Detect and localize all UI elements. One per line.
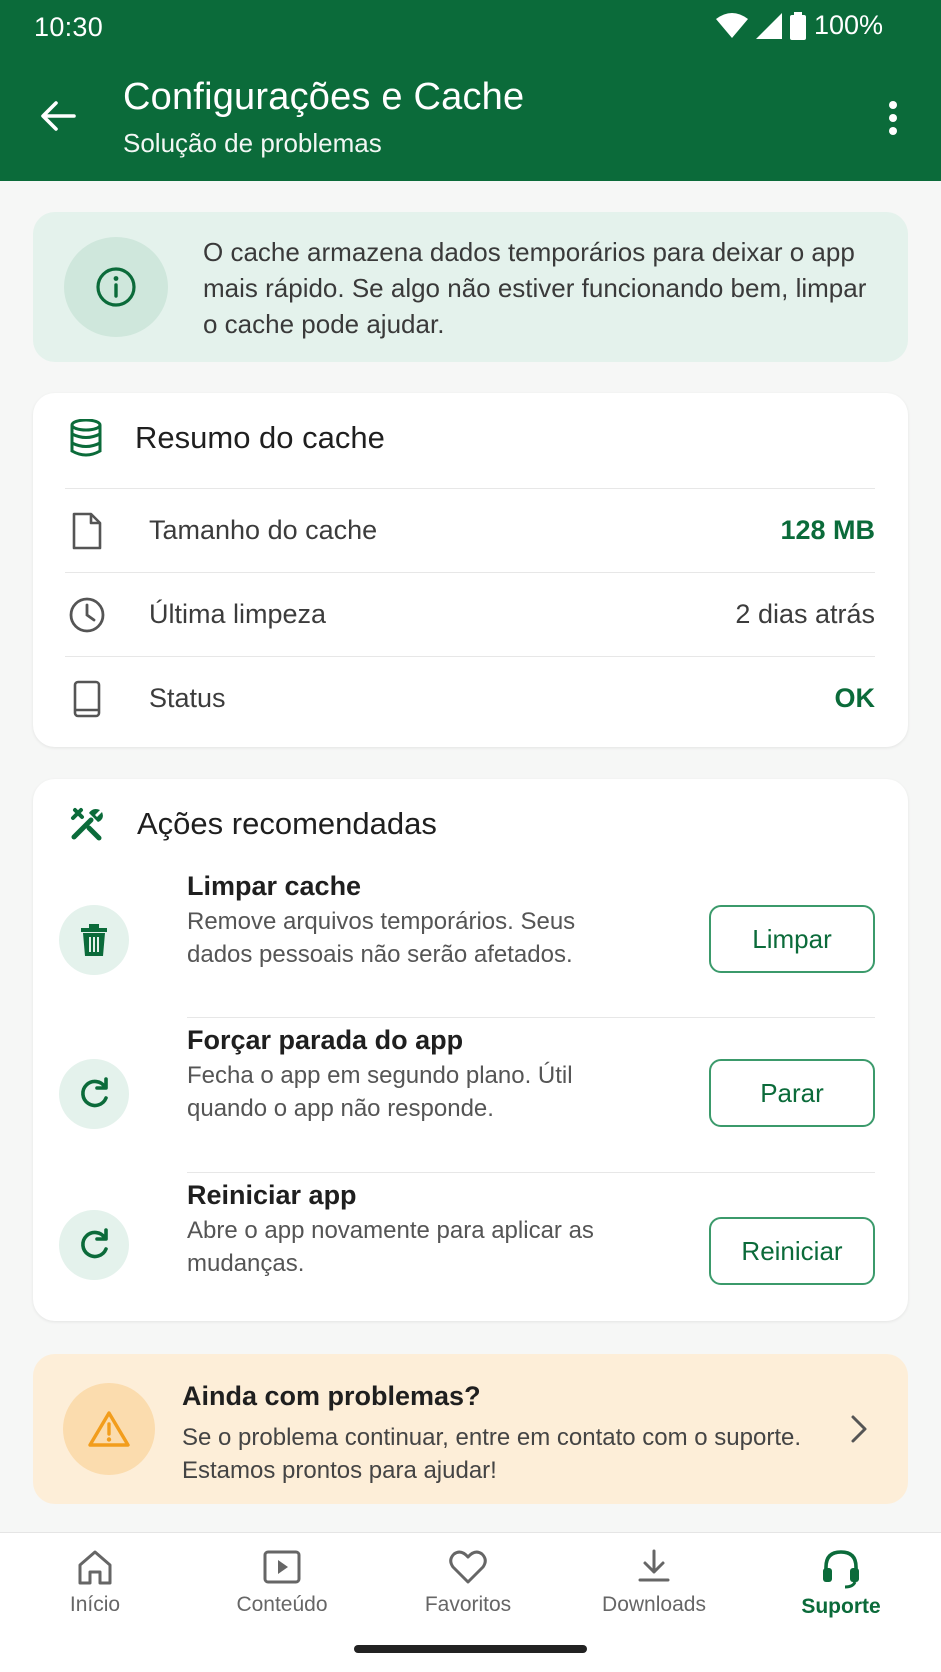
home-icon <box>78 1550 112 1585</box>
nav-label: Downloads <box>602 1593 706 1616</box>
tools-icon <box>71 808 103 841</box>
actions-header: Ações recomendadas <box>69 806 437 842</box>
wifi-icon <box>715 12 748 38</box>
status-icons: 100% <box>715 10 883 41</box>
refresh-icon <box>81 1228 108 1259</box>
page-title: Configurações e Cache <box>123 76 525 118</box>
clear-cache-description: Remove arquivos temporários. Seus dados … <box>187 908 576 968</box>
status-time: 10:30 <box>34 12 104 42</box>
status-value: OK <box>834 683 876 713</box>
info-icon-badge <box>64 237 168 337</box>
warning-icon-badge <box>63 1383 155 1475</box>
nav-item-conteudo[interactable]: Conteúdo <box>212 1547 352 1637</box>
nav-item-favoritos[interactable]: Favoritos <box>398 1547 538 1637</box>
battery-icon <box>789 11 806 40</box>
nav-label: Favoritos <box>424 1593 512 1616</box>
recommended-actions-card: Ações recomendadas Limpar cache Remove a… <box>33 779 908 1321</box>
force-stop-title: Forçar parada do app <box>187 1025 464 1055</box>
action-force-stop: Forçar parada do app Fecha o app em segu… <box>59 1017 875 1171</box>
page-subtitle: Solução de problemas <box>123 128 382 158</box>
play-icon <box>263 1550 301 1584</box>
support-banner-text: Se o problema continuar, entre em contat… <box>182 1424 802 1484</box>
nav-label: Suporte <box>801 1595 881 1618</box>
restart-app-description: Abre o app novamente para aplicar as mud… <box>187 1217 594 1277</box>
last-cleanup-label: Última limpeza <box>149 599 327 629</box>
cache-summary-title: Resumo do cache <box>135 420 385 455</box>
nav-item-suporte[interactable]: Suporte <box>771 1547 911 1637</box>
force-stop-button[interactable]: Parar <box>709 1059 875 1127</box>
cache-size-value: 128 MB <box>780 515 875 545</box>
cache-summary-card: Resumo do cache Tamanho do cache 128 MB … <box>33 393 908 747</box>
chevron-right-icon <box>851 1415 867 1443</box>
actions-title: Ações recomendadas <box>137 806 437 841</box>
last-cleanup-value: 2 dias atrás <box>735 599 875 629</box>
trash-icon <box>81 924 107 956</box>
restart-app-title: Reiniciar app <box>187 1180 357 1210</box>
signal-icon <box>755 12 782 39</box>
heart-icon <box>449 1550 487 1584</box>
support-banner[interactable]: Ainda com problemas? Se o problema conti… <box>33 1354 908 1504</box>
clear-cache-button[interactable]: Limpar <box>709 905 875 973</box>
action-clear-cache: Limpar cache Remove arquivos temporários… <box>59 863 875 1017</box>
file-icon <box>72 512 102 549</box>
force-stop-description: Fecha o app em segundo plano. Útil quand… <box>187 1062 573 1122</box>
cache-size-row: Tamanho do cache 128 MB <box>65 488 875 572</box>
cache-size-label: Tamanho do cache <box>149 515 378 545</box>
more-options-button[interactable] <box>875 94 911 142</box>
refresh-icon-badge <box>59 1210 129 1280</box>
download-icon <box>638 1549 670 1582</box>
info-icon <box>96 267 136 307</box>
arrow-left-icon <box>41 101 76 131</box>
trash-icon-badge <box>59 905 129 975</box>
clear-cache-title: Limpar cache <box>187 871 362 901</box>
database-icon <box>70 419 102 457</box>
info-text: O cache armazena dados temporários para … <box>203 237 867 339</box>
status-row: Status OK <box>65 656 875 740</box>
divider <box>187 1017 875 1018</box>
cache-summary-header: Resumo do cache <box>69 419 385 457</box>
clock-icon <box>69 597 105 632</box>
support-banner-title: Ainda com problemas? <box>182 1381 481 1411</box>
refresh-icon <box>81 1077 108 1108</box>
info-banner: O cache armazena dados temporários para … <box>33 212 908 362</box>
back-button[interactable] <box>34 92 82 140</box>
refresh-icon-badge <box>59 1059 129 1129</box>
last-cleanup-row: Última limpeza 2 dias atrás <box>65 572 875 656</box>
nav-label: Conteúdo <box>236 1593 328 1616</box>
status-label: Status <box>149 683 226 713</box>
nav-item-downloads[interactable]: Downloads <box>584 1547 724 1637</box>
headset-icon <box>823 1550 859 1589</box>
divider <box>187 1172 875 1173</box>
more-vert-icon <box>889 101 897 135</box>
app-bar: 10:30 100% Configurações e Cache Solução… <box>0 0 941 181</box>
action-restart-app: Reiniciar app Abre o app novamente para … <box>59 1172 875 1326</box>
restart-app-button[interactable]: Reiniciar <box>709 1217 875 1285</box>
home-indicator[interactable] <box>354 1645 587 1653</box>
nav-item-inicio[interactable]: Início <box>25 1547 165 1637</box>
warning-icon <box>88 1411 130 1447</box>
phone-icon <box>73 680 101 717</box>
battery-percent: 100% <box>813 10 883 40</box>
nav-label: Início <box>69 1593 121 1616</box>
